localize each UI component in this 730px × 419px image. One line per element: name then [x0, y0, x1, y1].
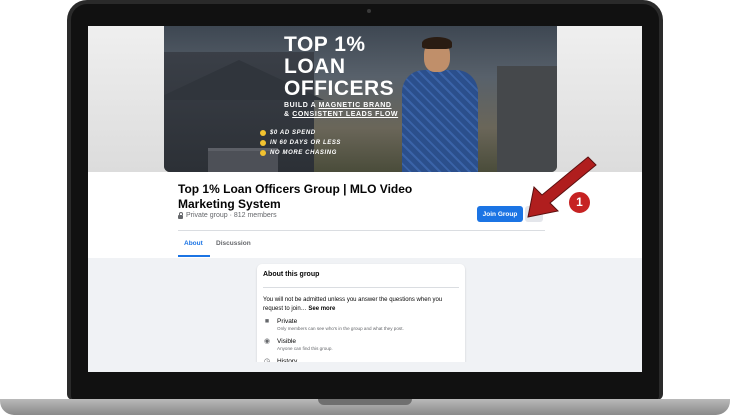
cover-area: TOP 1% LOAN OFFICERS BUILD A MAGNETIC BR… — [88, 26, 642, 172]
about-item-visible: ◉ Visible Anyone can find this group. — [263, 338, 333, 351]
active-tab-indicator — [178, 255, 210, 257]
webcam — [367, 9, 371, 13]
coin-icon — [260, 140, 266, 146]
cover-bullet: IN 60 DAYS OR LESS — [260, 138, 341, 148]
coin-icon — [260, 150, 266, 156]
coin-icon — [260, 130, 266, 136]
see-more-link[interactable]: See more — [308, 306, 335, 312]
cover-title: TOP 1% LOAN OFFICERS — [284, 33, 395, 100]
eye-icon: ◉ — [263, 338, 271, 345]
about-card: About this group You will not be admitte… — [257, 264, 465, 372]
cover-tagline-2: & CONSISTENT LEADS FLOW — [284, 111, 399, 118]
lock-icon — [178, 211, 183, 219]
cover-bullets: $0 AD SPEND IN 60 DAYS OR LESS NO MORE C… — [260, 128, 341, 158]
cover-bullet: $0 AD SPEND — [260, 128, 341, 138]
group-meta: Private group · 812 members — [178, 211, 277, 219]
tab-about[interactable]: About — [184, 240, 203, 247]
header-divider — [178, 230, 545, 231]
cover-text: TOP 1% LOAN OFFICERS BUILD A MAGNETIC BR… — [284, 33, 399, 119]
card-divider — [263, 287, 459, 288]
about-description: You will not be admitted unless you answ… — [263, 297, 443, 312]
callout-badge: 1 — [567, 190, 592, 215]
person-graphic — [396, 37, 486, 172]
group-title: Top 1% Loan Officers Group | MLO Video M… — [178, 182, 413, 211]
tab-discussion[interactable]: Discussion — [216, 240, 251, 247]
screen-bottom-edge — [88, 362, 642, 372]
laptop-notch — [318, 399, 412, 405]
lock-icon: ■ — [264, 318, 270, 325]
about-item-private: ■ Private Only members can see who's in … — [264, 318, 404, 331]
about-title: About this group — [263, 271, 320, 278]
cover-photo[interactable]: TOP 1% LOAN OFFICERS BUILD A MAGNETIC BR… — [164, 26, 557, 172]
cover-bullet: NO MORE CHASING — [260, 148, 341, 158]
cover-tagline-1: BUILD A MAGNETIC BRAND — [284, 102, 392, 109]
